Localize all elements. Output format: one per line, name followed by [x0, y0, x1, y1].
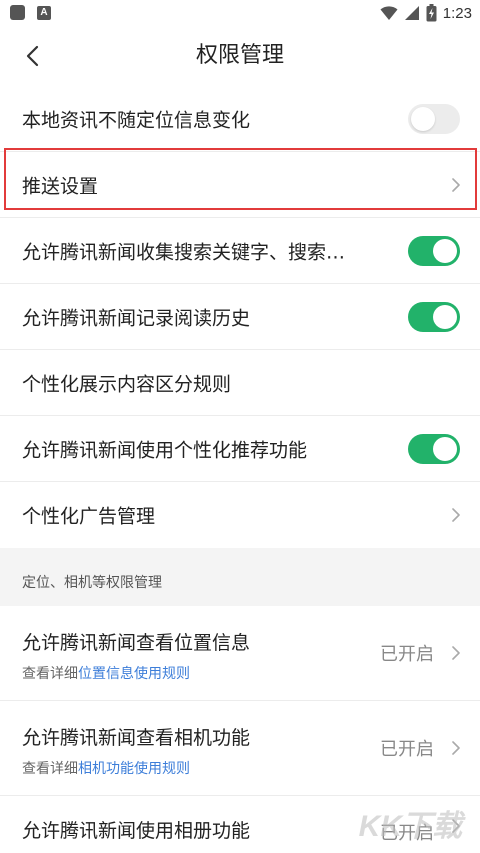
permission-subtitle: 查看详细位置信息使用规则 — [22, 663, 190, 683]
personalized-recommend-toggle[interactable] — [408, 433, 460, 464]
setting-reading-history: 允许腾讯新闻记录阅读历史 — [0, 284, 480, 350]
setting-push[interactable]: 推送设置 — [0, 152, 480, 218]
permission-status: 已开启 — [380, 739, 434, 760]
toggle-knob — [433, 238, 457, 263]
permission-location[interactable]: 允许腾讯新闻查看位置信息 查看详细位置信息使用规则 已开启 — [0, 606, 480, 701]
chevron-right-icon — [452, 741, 460, 755]
app-a-icon: A — [37, 5, 51, 20]
setting-label: 个性化广告管理 — [22, 505, 156, 528]
setting-label: 本地资讯不随定位信息变化 — [22, 109, 251, 131]
permission-subtitle: 查看详细相机功能使用规则 — [22, 758, 190, 778]
setting-local-news: 本地资讯不随定位信息变化 — [0, 86, 480, 152]
status-time: 1:23 — [442, 4, 472, 22]
watermark-text: KK下载 — [358, 810, 462, 843]
signal-icon — [404, 6, 419, 20]
status-bar: A 1:23 — [0, 0, 480, 28]
chevron-right-icon — [452, 646, 460, 660]
toggle-knob — [411, 106, 435, 131]
chevron-right-icon — [452, 177, 460, 192]
kk-download-watermark-logo: KK下载 — [359, 801, 462, 845]
status-bar-left: A — [10, 5, 51, 20]
setting-label: 允许腾讯新闻使用个性化推荐功能 — [22, 439, 308, 461]
setting-label: 允许腾讯新闻收集搜索关键字、搜索… — [22, 241, 346, 263]
subtitle-prefix: 查看详细 — [22, 761, 78, 777]
setting-label: 允许腾讯新闻记录阅读历史 — [22, 307, 251, 329]
wifi-icon — [380, 6, 398, 20]
location-rules-link[interactable]: 位置信息使用规则 — [78, 666, 190, 682]
local-news-toggle[interactable] — [408, 103, 460, 134]
reading-history-toggle[interactable] — [408, 301, 460, 332]
setting-personalized-recommend: 允许腾讯新闻使用个性化推荐功能 — [0, 416, 480, 482]
setting-search-keywords: 允许腾讯新闻收集搜索关键字、搜索… — [0, 218, 480, 284]
setting-ad-management[interactable]: 个性化广告管理 — [0, 482, 480, 548]
page-title: 权限管理 — [195, 43, 284, 68]
setting-personalized-rules[interactable]: 个性化展示内容区分规则 — [0, 350, 480, 416]
nav-bar: 权限管理 — [0, 28, 480, 84]
setting-label: 个性化展示内容区分规则 — [22, 373, 232, 395]
battery-icon — [426, 4, 437, 22]
permission-camera[interactable]: 允许腾讯新闻查看相机功能 查看详细相机功能使用规则 已开启 — [0, 701, 480, 796]
setting-label: 推送设置 — [22, 175, 99, 197]
permission-title: 允许腾讯新闻查看位置信息 — [22, 632, 251, 654]
app-notification-icon — [10, 5, 25, 20]
camera-rules-link[interactable]: 相机功能使用规则 — [78, 761, 190, 777]
toggle-knob — [433, 436, 457, 461]
settings-list: 本地资讯不随定位信息变化 推送设置 允许腾讯新闻收集搜索关键字、搜索… 允许腾讯… — [0, 86, 480, 548]
search-keywords-toggle[interactable] — [408, 235, 460, 266]
toggle-knob — [433, 304, 457, 329]
status-bar-right: 1:23 — [380, 3, 472, 23]
permission-status: 已开启 — [380, 644, 434, 665]
section-title: 定位、相机等权限管理 — [22, 575, 162, 591]
permission-title: 允许腾讯新闻使用相册功能 — [22, 820, 251, 842]
section-header: 定位、相机等权限管理 — [0, 548, 480, 606]
permission-title: 允许腾讯新闻查看相机功能 — [22, 727, 251, 749]
subtitle-prefix: 查看详细 — [22, 666, 78, 682]
chevron-right-icon — [452, 508, 460, 522]
